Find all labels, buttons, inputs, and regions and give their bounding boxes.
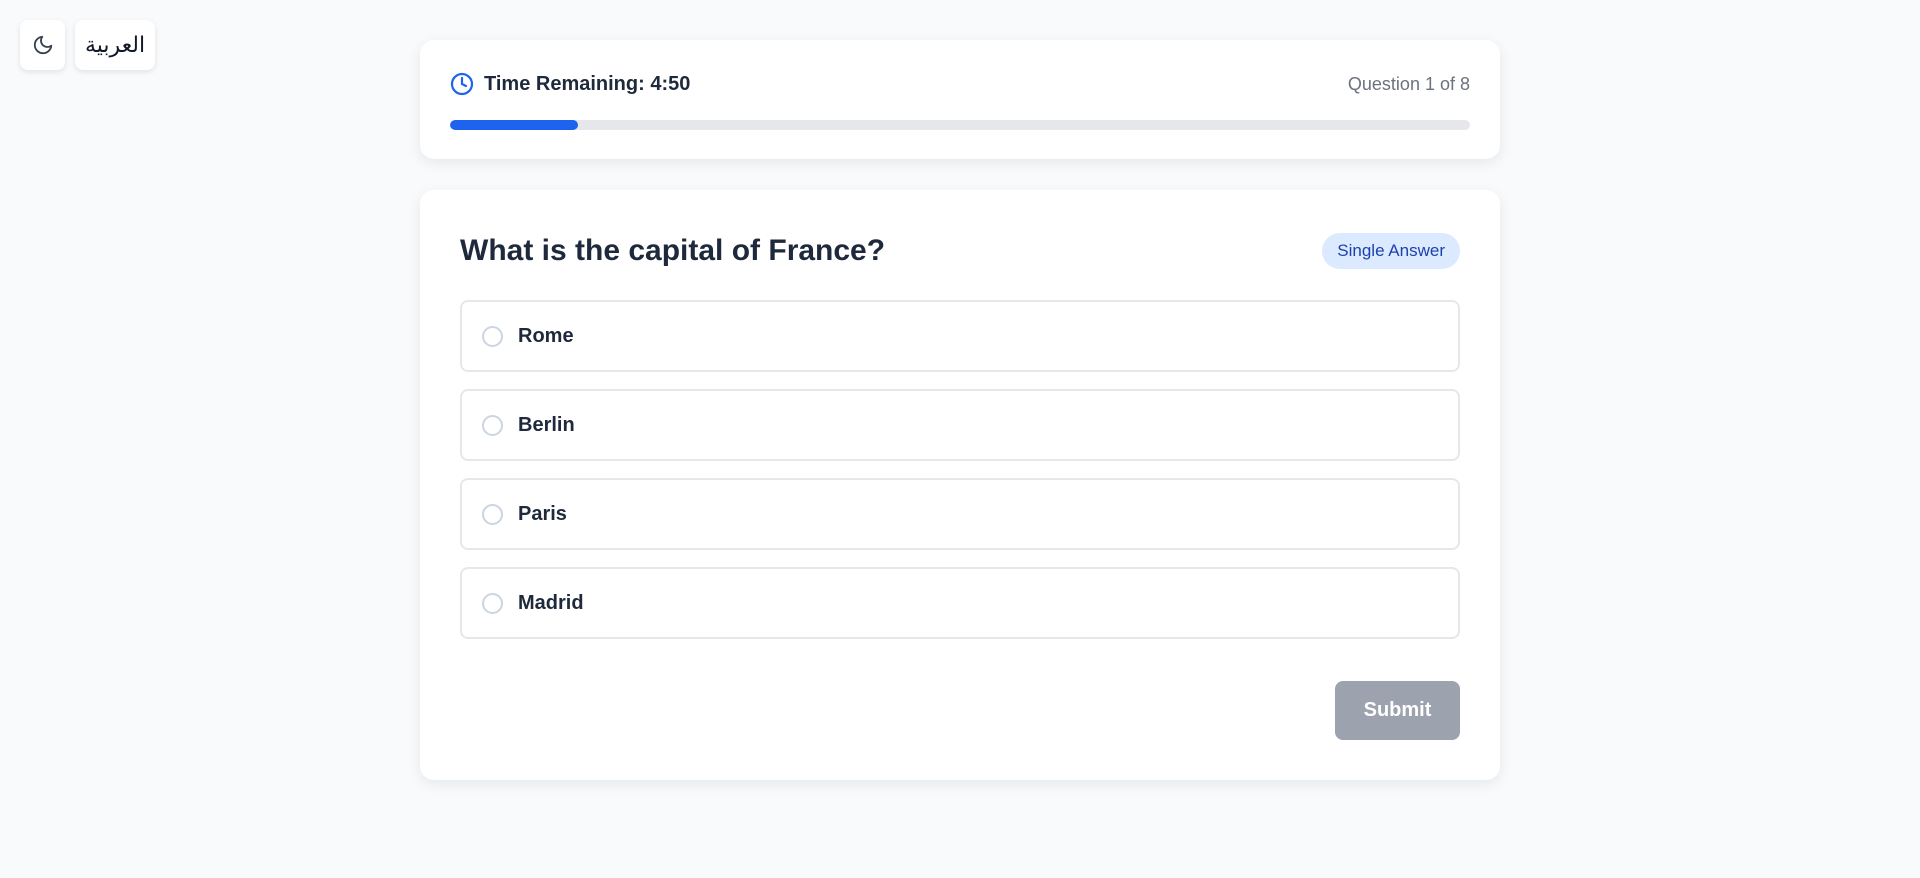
- theme-toggle-button[interactable]: [20, 20, 65, 70]
- clock-icon: [450, 72, 474, 96]
- radio-button[interactable]: [482, 325, 503, 347]
- timer-card: Time Remaining: 4:50 Question 1 of 8: [420, 40, 1500, 159]
- time-remaining-label: Time Remaining: 4:50: [484, 72, 691, 95]
- question-counter: Question 1 of 8: [1347, 73, 1470, 94]
- progress-bar: [450, 120, 1470, 130]
- answer-option-label: Paris: [518, 502, 567, 525]
- answer-options: Rome Berlin Paris Madrid: [460, 300, 1460, 639]
- progress-fill: [450, 120, 578, 130]
- answer-option[interactable]: Paris: [460, 478, 1460, 550]
- answer-option[interactable]: Madrid: [460, 567, 1460, 639]
- question-card: What is the capital of France? Single An…: [420, 190, 1500, 780]
- moon-icon: [33, 35, 52, 55]
- submit-button[interactable]: Submit: [1335, 681, 1460, 740]
- radio-button[interactable]: [482, 592, 503, 614]
- answer-option-label: Madrid: [518, 591, 584, 614]
- quiz-container: Time Remaining: 4:50 Question 1 of 8 Wha…: [420, 40, 1500, 780]
- submit-row: Submit: [460, 681, 1460, 740]
- timer-left: Time Remaining: 4:50: [450, 72, 690, 96]
- radio-button[interactable]: [482, 503, 503, 525]
- radio-button[interactable]: [482, 414, 503, 436]
- answer-option-label: Berlin: [518, 413, 575, 436]
- question-type-badge: Single Answer: [1322, 233, 1460, 269]
- timer-row: Time Remaining: 4:50 Question 1 of 8: [450, 72, 1470, 96]
- answer-option-label: Rome: [518, 324, 574, 347]
- answer-option[interactable]: Rome: [460, 300, 1460, 372]
- top-controls: العربية: [20, 20, 156, 70]
- language-toggle-button[interactable]: العربية: [75, 20, 156, 70]
- question-title: What is the capital of France?: [460, 234, 886, 267]
- question-header: What is the capital of France? Single An…: [460, 230, 1460, 272]
- answer-option[interactable]: Berlin: [460, 389, 1460, 461]
